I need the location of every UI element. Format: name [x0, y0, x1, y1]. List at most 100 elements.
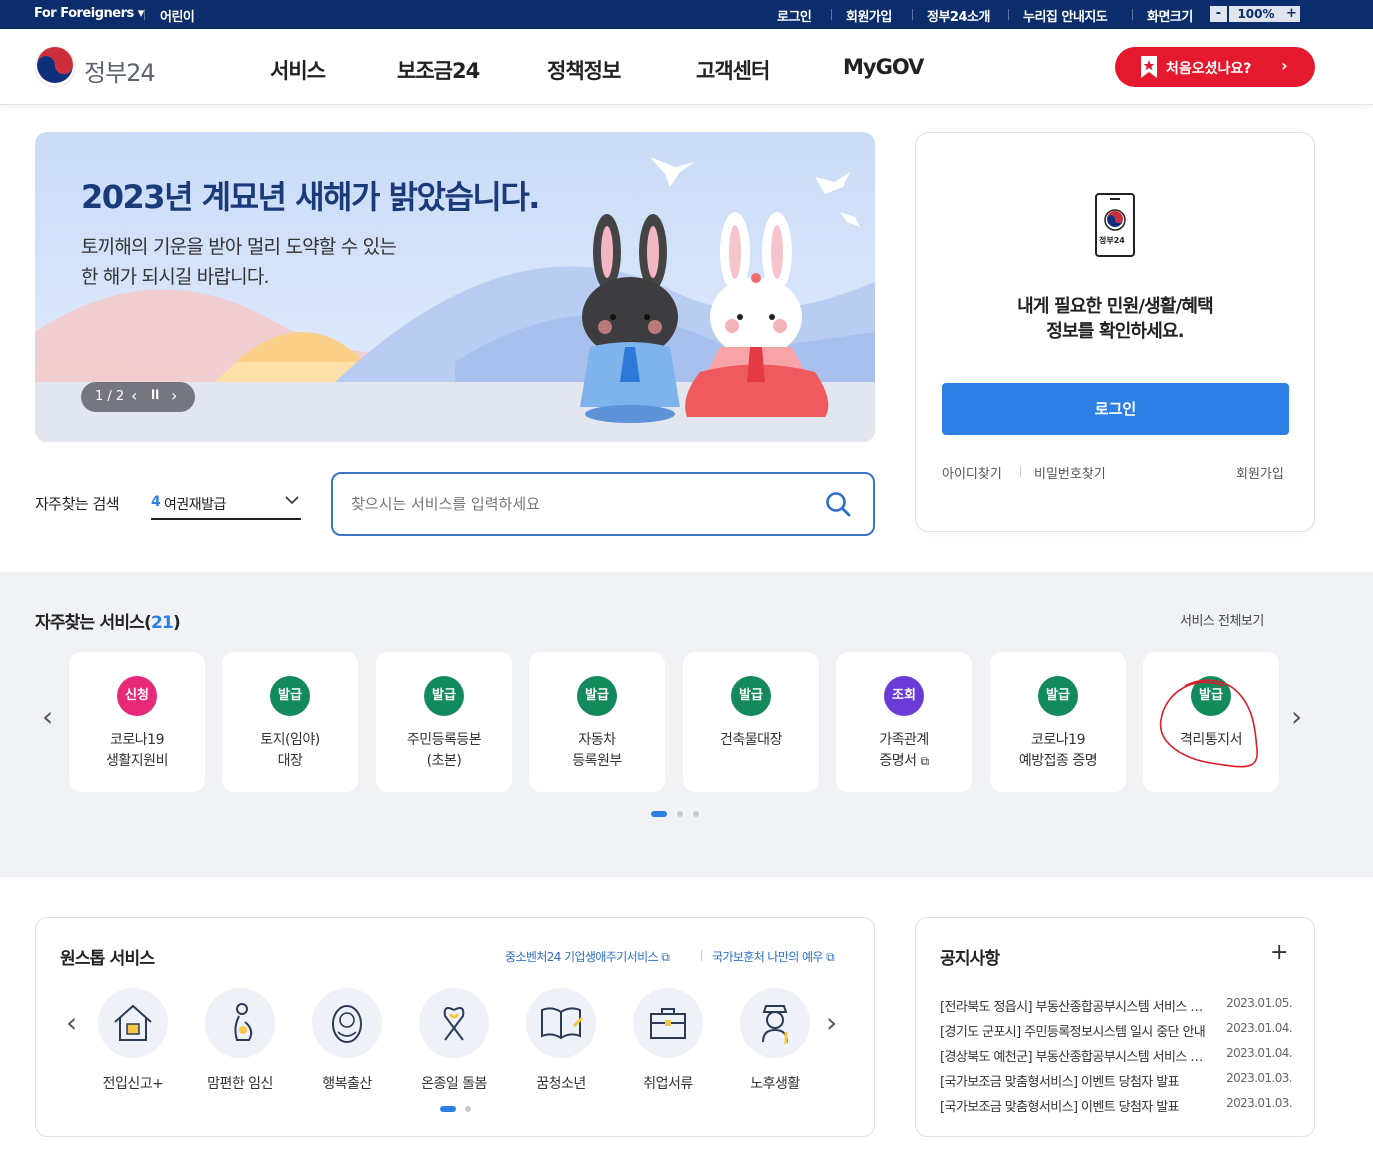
nav-mygov[interactable]: MyGOV — [843, 55, 924, 79]
service-card[interactable]: 조회 가족관계 증명서 ⧉ — [836, 652, 972, 792]
banner-next-button[interactable]: › — [171, 386, 177, 405]
onestop-next-arrow[interactable]: › — [826, 1006, 837, 1039]
popular-search-label: 자주찾는 검색 — [35, 495, 120, 513]
veterans-link-text: 국가보훈처 나만의 예우 — [712, 950, 823, 964]
login-message-line2: 정보를 확인하세요. — [1046, 321, 1184, 342]
service-card-label: 코로나19 예방접종 증명 — [990, 730, 1126, 772]
main-header: 정부24 서비스 보조금24 정책정보 고객센터 MyGOV 처음오셨나요? › — [0, 29, 1373, 105]
onestop-title: 원스톱 서비스 — [60, 949, 155, 969]
elder-icon[interactable] — [740, 988, 810, 1058]
login-button[interactable]: 로그인 — [942, 383, 1289, 435]
popular-rank: 4 — [151, 494, 161, 510]
service-card[interactable]: 발급 건축물대장 — [683, 652, 819, 792]
first-visit-button[interactable]: 처음오셨나요? › — [1115, 47, 1315, 87]
service-card[interactable]: 신청 코로나19 생활지원비 — [69, 652, 205, 792]
chevron-right-icon: › — [1281, 56, 1288, 75]
service-card[interactable]: 발급 주민등록등본 (초본) — [376, 652, 512, 792]
service-card-label: 주민등록등본 (초본) — [376, 730, 512, 772]
search-input[interactable] — [351, 488, 811, 520]
signup-link-card[interactable]: 회원가입 — [1236, 463, 1284, 482]
pagination-dot[interactable] — [677, 811, 683, 817]
popular-keyword: 여권재발급 — [164, 497, 226, 513]
house-icon[interactable] — [98, 988, 168, 1058]
nav-subsidy24[interactable]: 보조금24 — [397, 55, 480, 85]
find-password-link[interactable]: 비밀번호찾기 — [1034, 463, 1106, 482]
pregnant-icon[interactable] — [205, 988, 275, 1058]
sme24-link[interactable]: 중소벤처24 기업생애주기서비스 ⧉ — [505, 948, 670, 965]
banner-line2: 한 해가 되시길 바랍니다. — [81, 266, 270, 288]
banner-controls: 1 / 2 ‹ ll › — [81, 382, 195, 412]
banner-prev-button[interactable]: ‹ — [131, 386, 137, 405]
divider — [701, 950, 702, 961]
zoom-in-button[interactable]: + — [1283, 6, 1300, 22]
zoom-out-button[interactable]: - — [1210, 6, 1227, 22]
label-line1: 주민등록등본 — [406, 732, 482, 748]
label-line2: 생활지원비 — [106, 753, 168, 769]
service-card-label: 자동차 등록원부 — [529, 730, 665, 772]
nav-customer-center[interactable]: 고객센터 — [696, 55, 770, 85]
banner-line1: 토끼해의 기운을 받아 멀리 도약할 수 있는 — [81, 236, 397, 258]
signup-link[interactable]: 회원가입 — [846, 6, 892, 25]
login-link[interactable]: 로그인 — [777, 6, 812, 25]
label-line1: 가족관계 — [879, 732, 929, 748]
for-foreigners-link[interactable]: For Foreigners ▾ — [34, 6, 144, 21]
notice-date: 2023.01.03. — [1226, 1071, 1293, 1085]
services-prev-arrow[interactable]: ‹ — [42, 700, 53, 733]
view-all-services-link[interactable]: 서비스 전체보기 — [1180, 610, 1264, 629]
ribbon-heart-icon[interactable] — [419, 988, 489, 1058]
screen-size-label: 화면크기 — [1147, 10, 1193, 25]
veterans-link[interactable]: 국가보훈처 나만의 예우 ⧉ — [712, 948, 835, 965]
baby-icon[interactable] — [312, 988, 382, 1058]
frequent-services-title: 자주찾는 서비스(21) — [35, 608, 181, 633]
government-emblem-icon — [34, 46, 76, 88]
notice-more-button[interactable]: + — [1270, 940, 1288, 965]
notice-title: 공지사항 — [940, 949, 1000, 969]
pagination-dot[interactable] — [465, 1106, 471, 1112]
service-card-label: 건축물대장 — [683, 730, 819, 751]
briefcase-icon[interactable] — [633, 988, 703, 1058]
popular-search-dropdown[interactable]: 4 여권재발급 — [151, 486, 301, 520]
zoom-value: 100% — [1229, 6, 1283, 22]
label-line2: 대장 — [277, 753, 303, 769]
find-id-link[interactable]: 아이디찾기 — [942, 463, 1002, 482]
issue-badge: 발급 — [1038, 676, 1078, 716]
logo-text: 정부24 — [84, 59, 156, 87]
service-card-label: 토지(임야) 대장 — [222, 730, 358, 772]
service-card[interactable]: 발급 코로나19 예방접종 증명 — [990, 652, 1126, 792]
nav-policy-info[interactable]: 정책정보 — [547, 55, 621, 85]
book-icon[interactable] — [526, 988, 596, 1058]
pagination-dot-active[interactable] — [440, 1106, 456, 1112]
notice-text: [전라북도 정읍시] 부동산종합공부시스템 서비스 일시 중단 안내 — [940, 1000, 1208, 1015]
logo[interactable]: 정부24 — [34, 46, 164, 88]
external-link-icon: ⧉ — [826, 950, 835, 964]
onestop-label: 취업서류 — [643, 1076, 693, 1092]
external-link-icon: ⧉ — [661, 950, 670, 964]
hero-banner[interactable]: 2023년 계묘년 새해가 밝았습니다. 토끼해의 기운을 받아 멀리 도약할 … — [35, 132, 875, 442]
pagination-dot[interactable] — [693, 811, 699, 817]
onestop-label: 온종일 돌봄 — [421, 1076, 487, 1092]
onestop-prev-arrow[interactable]: ‹ — [66, 1006, 77, 1039]
nav-services[interactable]: 서비스 — [270, 55, 326, 85]
about-link[interactable]: 정부24소개 — [927, 6, 990, 25]
service-card[interactable]: 발급 토지(임야) 대장 — [222, 652, 358, 792]
services-next-arrow[interactable]: › — [1291, 700, 1302, 733]
label-line1: 코로나19 — [1031, 732, 1085, 748]
service-card[interactable]: 발급 자동차 등록원부 — [529, 652, 665, 792]
title-text: 자주찾는 서비스( — [35, 613, 152, 633]
red-circle-annotation — [1159, 679, 1258, 768]
pagination-dot-active[interactable] — [651, 811, 667, 817]
notice-text: [경상북도 예천군] 부동산종합공부시스템 서비스 일시 중단 안내 — [940, 1050, 1208, 1065]
search-box — [331, 472, 875, 536]
sitemap-link[interactable]: 누리집 안내지도 — [1023, 6, 1108, 25]
search-icon[interactable] — [825, 491, 851, 517]
chevron-down-icon — [285, 496, 299, 505]
divider — [144, 9, 145, 20]
external-link-icon: ⧉ — [920, 754, 930, 768]
issue-badge: 발급 — [731, 676, 771, 716]
pause-icon[interactable]: ll — [151, 388, 159, 402]
kids-link[interactable]: 어린이 — [160, 6, 195, 25]
utility-bar: For Foreigners ▾ 어린이 로그인 회원가입 정부24소개 누리집… — [0, 0, 1373, 29]
label-line2: 등록원부 — [572, 753, 622, 769]
login-card: 정부24 내게 필요한 민원/생활/혜택 정보를 확인하세요. 로그인 아이디찾… — [915, 132, 1315, 532]
divider — [912, 9, 913, 20]
